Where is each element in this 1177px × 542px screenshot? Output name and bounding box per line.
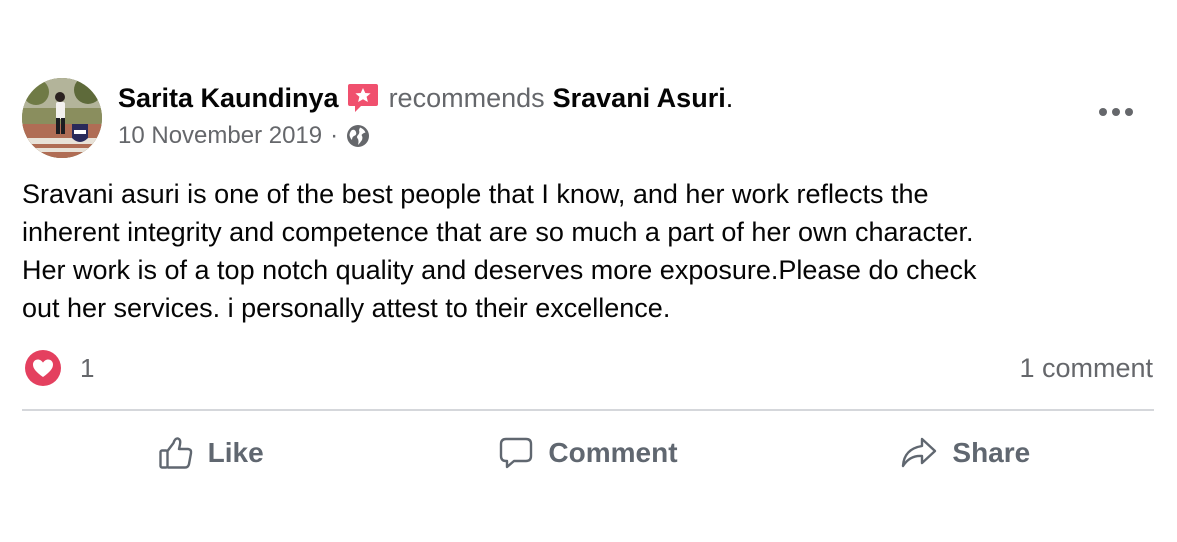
globe-icon[interactable] <box>346 124 370 148</box>
comments-count-link[interactable]: 1 comment <box>1019 350 1153 386</box>
like-label: Like <box>207 437 264 468</box>
author-avatar[interactable] <box>22 78 102 158</box>
share-label: Share <box>952 437 1031 468</box>
share-arrow-icon <box>902 437 937 468</box>
share-button[interactable]: Share <box>777 425 1154 481</box>
heart-reaction-icon <box>24 349 62 387</box>
reactions-summary[interactable]: 1 <box>24 350 94 386</box>
reaction-count: 1 <box>80 352 95 383</box>
post-header: Sarita Kaundinya recommends Sravani Asur… <box>118 80 733 116</box>
comment-label: Comment <box>548 437 678 468</box>
post-text-line: inherent integrity and competence that a… <box>22 217 974 247</box>
post-text-line: out her services. i personally attest to… <box>22 293 671 323</box>
comment-button[interactable]: Comment <box>399 425 776 481</box>
comment-bubble-icon <box>500 437 533 469</box>
post-text-line: Her work is of a top notch quality and d… <box>22 255 977 285</box>
post-date[interactable]: 10 November 2019 <box>118 122 322 150</box>
recommends-verb: recommends <box>388 82 545 113</box>
recommended-page-name[interactable]: Sravani Asuri <box>553 83 726 114</box>
thumbs-up-icon <box>158 437 192 469</box>
post-text: Sravani asuri is one of the best people … <box>22 175 1142 327</box>
action-bar: Like Comment Share <box>22 425 1154 481</box>
ellipsis-icon[interactable] <box>1096 100 1136 124</box>
author-name[interactable]: Sarita Kaundinya <box>118 83 339 114</box>
target-suffix: . <box>725 82 734 113</box>
post-text-line: Sravani asuri is one of the best people … <box>22 179 929 209</box>
star-recommendation-icon <box>347 82 379 114</box>
meta-separator: · <box>330 122 339 149</box>
divider <box>22 409 1154 411</box>
post-meta: 10 November 2019 · <box>118 121 370 151</box>
like-button[interactable]: Like <box>22 425 399 481</box>
